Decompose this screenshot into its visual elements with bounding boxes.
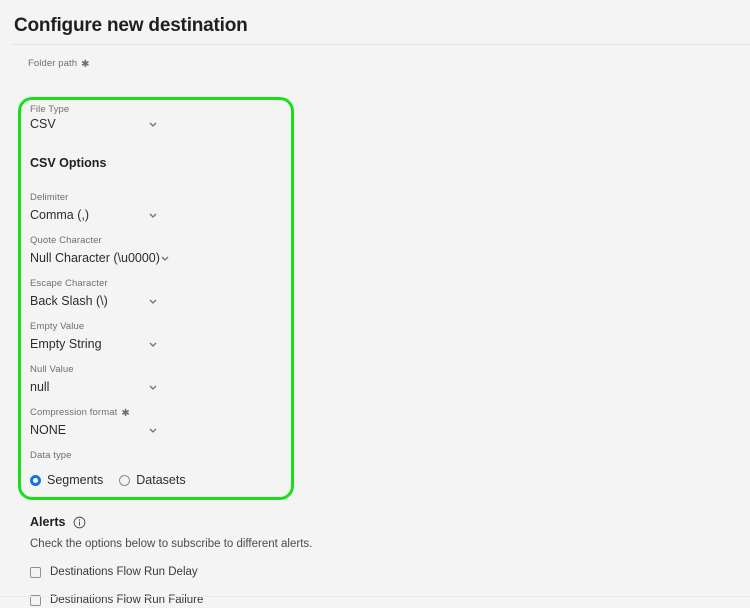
alerts-title: Alerts [30, 515, 66, 529]
alerts-section: Alerts Check the options below to subscr… [30, 514, 430, 608]
empty-value-value: Empty String [30, 337, 102, 351]
null-value-value: null [30, 380, 50, 394]
checkbox-unchecked-icon[interactable] [30, 567, 41, 578]
escape-character-select[interactable]: Back Slash (\) [30, 293, 158, 309]
quote-character-label: Quote Character [30, 235, 102, 246]
compression-format-value: NONE [30, 423, 67, 437]
empty-value-label: Empty Value [30, 321, 85, 332]
data-type-label: Data type [30, 450, 72, 461]
info-circle-icon[interactable] [73, 516, 86, 529]
radio-unselected-icon [119, 474, 131, 486]
radio-option-datasets[interactable]: Datasets [119, 472, 186, 488]
chevron-down-icon [148, 119, 158, 129]
alerts-heading: Alerts [30, 514, 430, 530]
radio-option-datasets-label: Datasets [136, 473, 186, 487]
delimiter-field-group: Delimiter Comma (,) [30, 192, 158, 223]
data-type-field-group: Data type Segments Datasets [30, 450, 194, 488]
null-value-label: Null Value [30, 364, 74, 375]
compression-format-label: Compression format ✱ [30, 407, 158, 419]
checkbox-row-flow-run-delay[interactable]: Destinations Flow Run Delay [30, 565, 430, 580]
chevron-down-icon [148, 425, 158, 435]
compression-format-field-group: Compression format ✱ NONE [30, 407, 158, 438]
chevron-down-icon [148, 339, 158, 349]
chevron-down-icon [160, 253, 170, 263]
file-type-select[interactable]: CSV [30, 116, 158, 132]
folder-path-label-text: Folder path [28, 58, 78, 69]
alerts-description: Check the options below to subscribe to … [30, 538, 313, 550]
footer-divider [0, 596, 750, 597]
compression-format-label-text: Compression format [30, 407, 118, 418]
null-value-field-group: Null Value null [30, 364, 158, 395]
folder-path-input[interactable] [28, 85, 280, 100]
csv-options-section-title: CSV Options [30, 156, 107, 170]
delimiter-select[interactable]: Comma (,) [30, 207, 158, 223]
quote-character-field-group: Quote Character Null Character (\u0000) [30, 235, 169, 266]
folder-path-field-group: Folder path ✱ [28, 58, 280, 100]
file-type-label: File Type [30, 104, 70, 115]
header-divider [12, 44, 750, 45]
checkbox-label-flow-run-delay: Destinations Flow Run Delay [50, 566, 198, 578]
escape-character-field-group: Escape Character Back Slash (\) [30, 278, 158, 309]
radio-selected-icon [30, 474, 41, 486]
file-type-value: CSV [30, 117, 56, 131]
radio-option-segments[interactable]: Segments [30, 472, 103, 488]
delimiter-value: Comma (,) [30, 208, 90, 222]
empty-value-field-group: Empty Value Empty String [30, 321, 158, 352]
quote-character-value: Null Character (\u0000) [30, 251, 160, 265]
escape-character-label: Escape Character [30, 278, 108, 289]
escape-character-value: Back Slash (\) [30, 294, 108, 308]
radio-option-segments-label: Segments [47, 473, 104, 487]
required-asterisk-icon: ✱ [81, 59, 90, 70]
folder-path-label: Folder path ✱ [28, 58, 280, 70]
chevron-down-icon [148, 382, 158, 392]
chevron-down-icon [148, 210, 158, 220]
page-title: Configure new destination [14, 15, 248, 36]
empty-value-select[interactable]: Empty String [30, 336, 158, 352]
page-header: Configure new destination [0, 0, 750, 38]
file-type-field-group: File Type CSV [30, 104, 158, 132]
required-asterisk-icon: ✱ [121, 408, 130, 419]
null-value-select[interactable]: null [30, 379, 158, 395]
delimiter-label: Delimiter [30, 192, 69, 203]
chevron-down-icon [148, 296, 158, 306]
data-type-radio-group: Segments Datasets [30, 472, 194, 488]
compression-format-select[interactable]: NONE [30, 422, 158, 438]
quote-character-select[interactable]: Null Character (\u0000) [30, 250, 169, 266]
